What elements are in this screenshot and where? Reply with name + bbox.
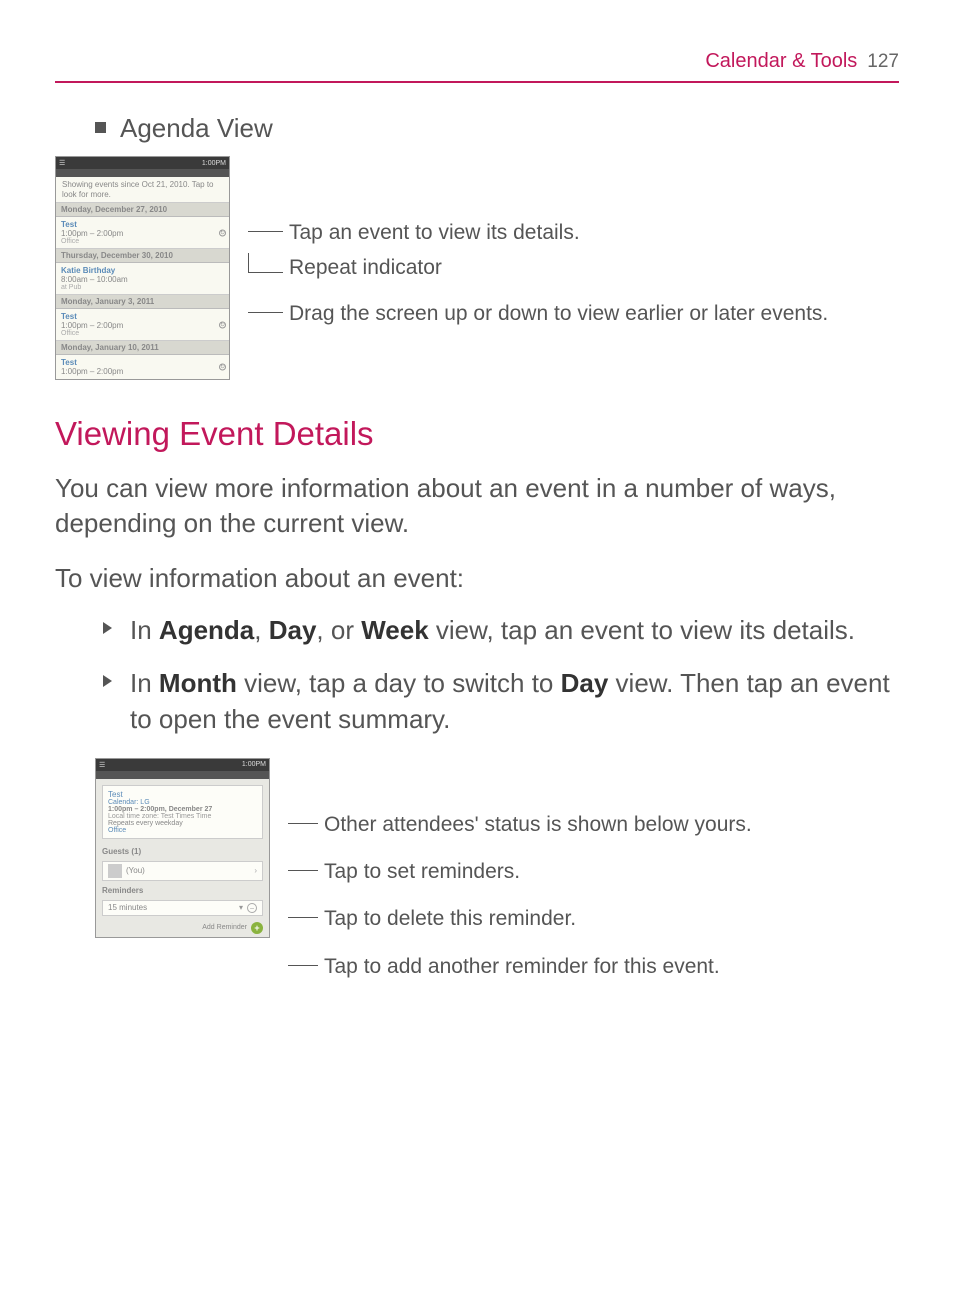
callout-line-icon xyxy=(248,218,283,232)
status-time: 1:00PM xyxy=(242,761,266,768)
agenda-date-header: Monday, December 27, 2010 xyxy=(56,203,229,217)
guest-row: (You) › xyxy=(102,861,263,881)
list-item: In Month view, tap a day to switch to Da… xyxy=(55,665,899,738)
square-bullet-icon xyxy=(95,122,106,133)
status-left-icon: ☰ xyxy=(99,761,105,769)
annotation-delete-reminder: Tap to delete this reminder. xyxy=(324,904,899,933)
agenda-date-header: Thursday, December 30, 2010 xyxy=(56,249,229,263)
agenda-hint[interactable]: Showing events since Oct 21, 2010. Tap t… xyxy=(56,177,229,203)
triangle-bullet-icon xyxy=(103,622,112,634)
list-item: In Agenda, Day, or Week view, tap an eve… xyxy=(55,612,899,648)
annotation-tap-event: Tap an event to view its details. xyxy=(289,218,899,247)
chevron-icon: › xyxy=(254,866,257,875)
agenda-view-label: Agenda View xyxy=(120,113,273,143)
triangle-bullet-icon xyxy=(103,675,112,687)
agenda-figure-row: ☰ 1:00PM Showing events since Oct 21, 20… xyxy=(55,156,899,380)
callout-line-icon xyxy=(288,810,318,824)
reminder-dropdown[interactable]: 15 minutes ▾ − xyxy=(102,900,263,916)
avatar-icon xyxy=(108,864,122,878)
add-reminder-row[interactable]: Add Reminder + xyxy=(96,919,269,937)
annotation-repeat: Repeat indicator xyxy=(289,253,899,282)
delete-reminder-button[interactable]: − xyxy=(247,903,257,913)
repeat-icon: ↻ xyxy=(219,229,226,236)
dropdown-arrow-icon: ▾ xyxy=(239,903,243,912)
annotation-drag: Drag the screen up or down to view earli… xyxy=(289,299,899,328)
callout-line-icon xyxy=(288,904,318,918)
app-titlebar xyxy=(96,771,269,779)
guests-label: Guests (1) xyxy=(96,845,269,858)
header-section-title: Calendar & Tools xyxy=(705,50,857,73)
status-bar: ☰ 1:00PM xyxy=(56,157,229,169)
body-paragraph: You can view more information about an e… xyxy=(55,471,899,541)
status-time: 1:00PM xyxy=(202,160,226,167)
agenda-screenshot: ☰ 1:00PM Showing events since Oct 21, 20… xyxy=(55,156,230,380)
add-reminder-button[interactable]: + xyxy=(251,922,263,934)
event-detail-figure-row: ☰ 1:00PM Test Calendar: LG 1:00pm – 2:00… xyxy=(95,758,899,1000)
agenda-annotations: Tap an event to view its details. Repeat… xyxy=(248,156,899,334)
page-header: Calendar & Tools 127 xyxy=(55,50,899,83)
reminders-label: Reminders xyxy=(96,884,269,897)
status-left-icon: ☰ xyxy=(59,159,65,167)
agenda-event[interactable]: Test 1:00pm – 2:00pm ↻ xyxy=(56,355,229,379)
callout-line-icon xyxy=(288,952,318,966)
annotation-add-reminder: Tap to add another reminder for this eve… xyxy=(324,952,899,981)
agenda-date-header: Monday, January 3, 2011 xyxy=(56,295,229,309)
status-bar: ☰ 1:00PM xyxy=(96,759,269,771)
annotation-attendees: Other attendees' status is shown below y… xyxy=(324,810,899,839)
event-detail-screenshot: ☰ 1:00PM Test Calendar: LG 1:00pm – 2:00… xyxy=(95,758,270,938)
agenda-view-heading: Agenda View xyxy=(55,113,899,144)
callout-line-icon xyxy=(248,299,283,313)
app-titlebar xyxy=(56,169,229,177)
sub-heading: To view information about an event: xyxy=(55,563,899,594)
agenda-event[interactable]: Katie Birthday 8:00am – 10:00am at Pub xyxy=(56,263,229,295)
repeat-icon: ↻ xyxy=(219,364,226,371)
agenda-event[interactable]: Test 1:00pm – 2:00pm Office ↻ xyxy=(56,309,229,341)
callout-line-icon xyxy=(248,253,283,273)
event-detail-annotations: Other attendees' status is shown below y… xyxy=(288,758,899,1000)
agenda-date-header: Monday, January 10, 2011 xyxy=(56,341,229,355)
annotation-set-reminder: Tap to set reminders. xyxy=(324,857,899,886)
section-heading: Viewing Event Details xyxy=(55,415,899,453)
repeat-icon: ↻ xyxy=(219,321,226,328)
event-summary-card: Test Calendar: LG 1:00pm – 2:00pm, Decem… xyxy=(102,785,263,839)
agenda-event[interactable]: Test 1:00pm – 2:00pm Office ↻ xyxy=(56,217,229,249)
callout-line-icon xyxy=(288,857,318,871)
header-page-number: 127 xyxy=(867,51,899,73)
